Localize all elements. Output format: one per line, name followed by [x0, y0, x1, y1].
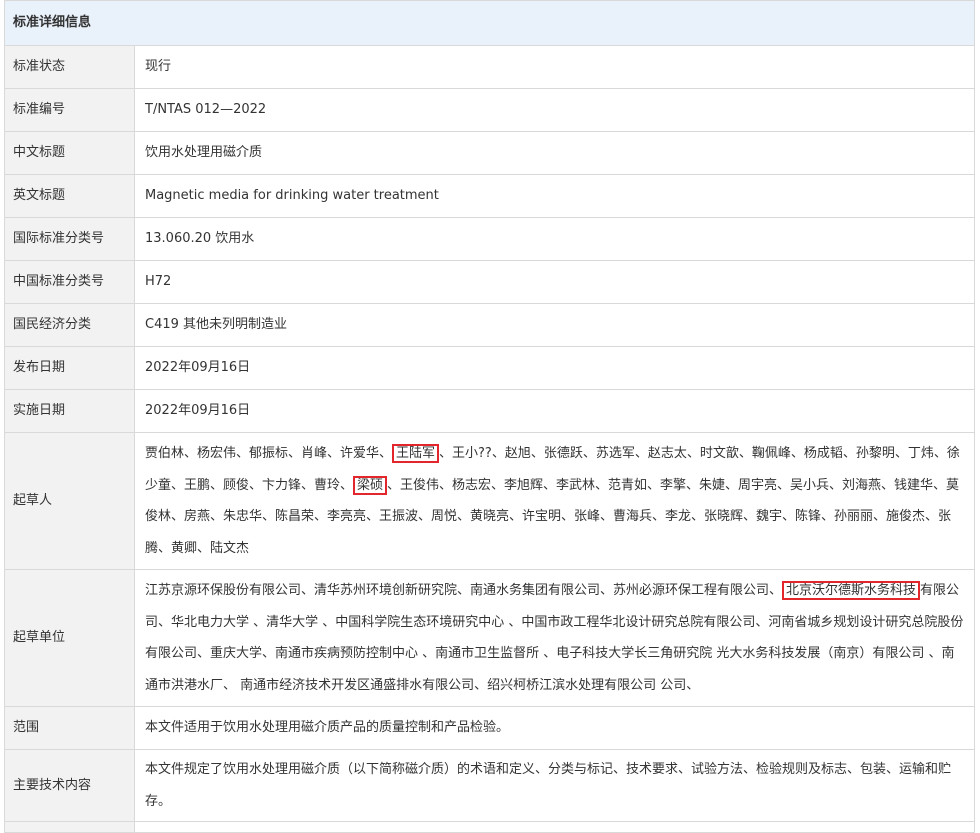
row-value-empty [133, 821, 976, 833]
table-row-scope: 范围 本文件适用于饮用水处理用磁介质产品的质量控制和产品检验。 [4, 706, 976, 750]
table-row-main-technical-content: 主要技术内容 本文件规定了饮用水处理用磁介质（以下简称磁介质）的术语和定义、分类… [4, 749, 976, 822]
table-row-chinese-title: 中文标题 饮用水处理用磁介质 [4, 131, 976, 175]
row-value: 本文件规定了饮用水处理用磁介质（以下简称磁介质）的术语和定义、分类与标记、技术要… [133, 749, 976, 822]
row-label: 英文标题 [4, 174, 135, 218]
row-value: 2022年09月16日 [133, 389, 976, 433]
highlighted-drafter-name: 梁硕 [353, 475, 388, 495]
table-row-drafting-units: 起草单位 江苏京源环保股份有限公司、清华苏州环境创新研究院、南通水务集团有限公司… [4, 569, 976, 707]
highlighted-drafter-name: 王陆军 [392, 444, 440, 463]
table-row-implementation-date: 实施日期 2022年09月16日 [4, 389, 976, 433]
row-label: 起草人 [4, 432, 135, 570]
standard-detail-table: 标准详细信息 标准状态 现行 标准编号 T/NTAS 012—2022 中文标题… [3, 0, 976, 833]
table-row-ccs: 中国标准分类号 H72 [4, 260, 976, 304]
row-label-empty [4, 821, 135, 833]
row-label: 中国标准分类号 [4, 260, 135, 304]
row-value: 现行 [133, 45, 976, 89]
row-label: 中文标题 [4, 131, 135, 175]
row-value: 饮用水处理用磁介质 [133, 131, 976, 175]
drafters-list: 贾伯林、杨宏伟、郁振标、肖峰、许爱华、 王陆军 、王小??、赵旭、张德跃、苏选军、赵… [133, 432, 976, 570]
table-row-release-date: 发布日期 2022年09月16日 [4, 346, 976, 390]
table-row-status: 标准状态 现行 [4, 45, 976, 89]
highlighted-unit-name: 北京沃尔德斯水务科技 [782, 581, 921, 600]
table-row-ics: 国际标准分类号 13.060.20 饮用水 [4, 217, 976, 261]
row-label: 范围 [4, 706, 135, 750]
row-label: 主要技术内容 [4, 749, 135, 822]
table-row-english-title: 英文标题 Magnetic media for drinking water t… [4, 174, 976, 218]
standard-detail-table-container: 标准详细信息 标准状态 现行 标准编号 T/NTAS 012—2022 中文标题… [3, 0, 976, 833]
row-value: H72 [133, 260, 976, 304]
row-value: 2022年09月16日 [133, 346, 976, 390]
row-value: Magnetic media for drinking water treatm… [133, 174, 976, 218]
section-title: 标准详细信息 [3, 0, 976, 46]
row-label: 国民经济分类 [4, 303, 135, 347]
row-value: 13.060.20 饮用水 [133, 217, 976, 261]
row-value: C419 其他未列明制造业 [133, 303, 976, 347]
row-label: 实施日期 [4, 389, 135, 433]
table-row-partial [4, 821, 976, 833]
table-header-row: 标准详细信息 [3, 0, 976, 46]
table-row-standard-number: 标准编号 T/NTAS 012—2022 [4, 88, 976, 132]
row-label: 标准编号 [4, 88, 135, 132]
table-row-drafters: 起草人 贾伯林、杨宏伟、郁振标、肖峰、许爱华、 王陆军 、王小??、赵旭、张德跃、苏… [4, 432, 976, 570]
row-value: T/NTAS 012—2022 [133, 88, 976, 132]
row-label: 发布日期 [4, 346, 135, 390]
drafters-text: 贾伯林、杨宏伟、郁振标、肖峰、许爱华、 [145, 446, 393, 461]
row-value: 本文件适用于饮用水处理用磁介质产品的质量控制和产品检验。 [133, 706, 976, 750]
drafting-units-list: 江苏京源环保股份有限公司、清华苏州环境创新研究院、南通水务集团有限公司、苏州必源… [133, 569, 976, 707]
row-label: 标准状态 [4, 45, 135, 89]
row-label: 起草单位 [4, 569, 135, 707]
table-row-economic-classification: 国民经济分类 C419 其他未列明制造业 [4, 303, 976, 347]
row-label: 国际标准分类号 [4, 217, 135, 261]
drafting-units-text: 江苏京源环保股份有限公司、清华苏州环境创新研究院、南通水务集团有限公司、苏州必源… [145, 583, 783, 598]
